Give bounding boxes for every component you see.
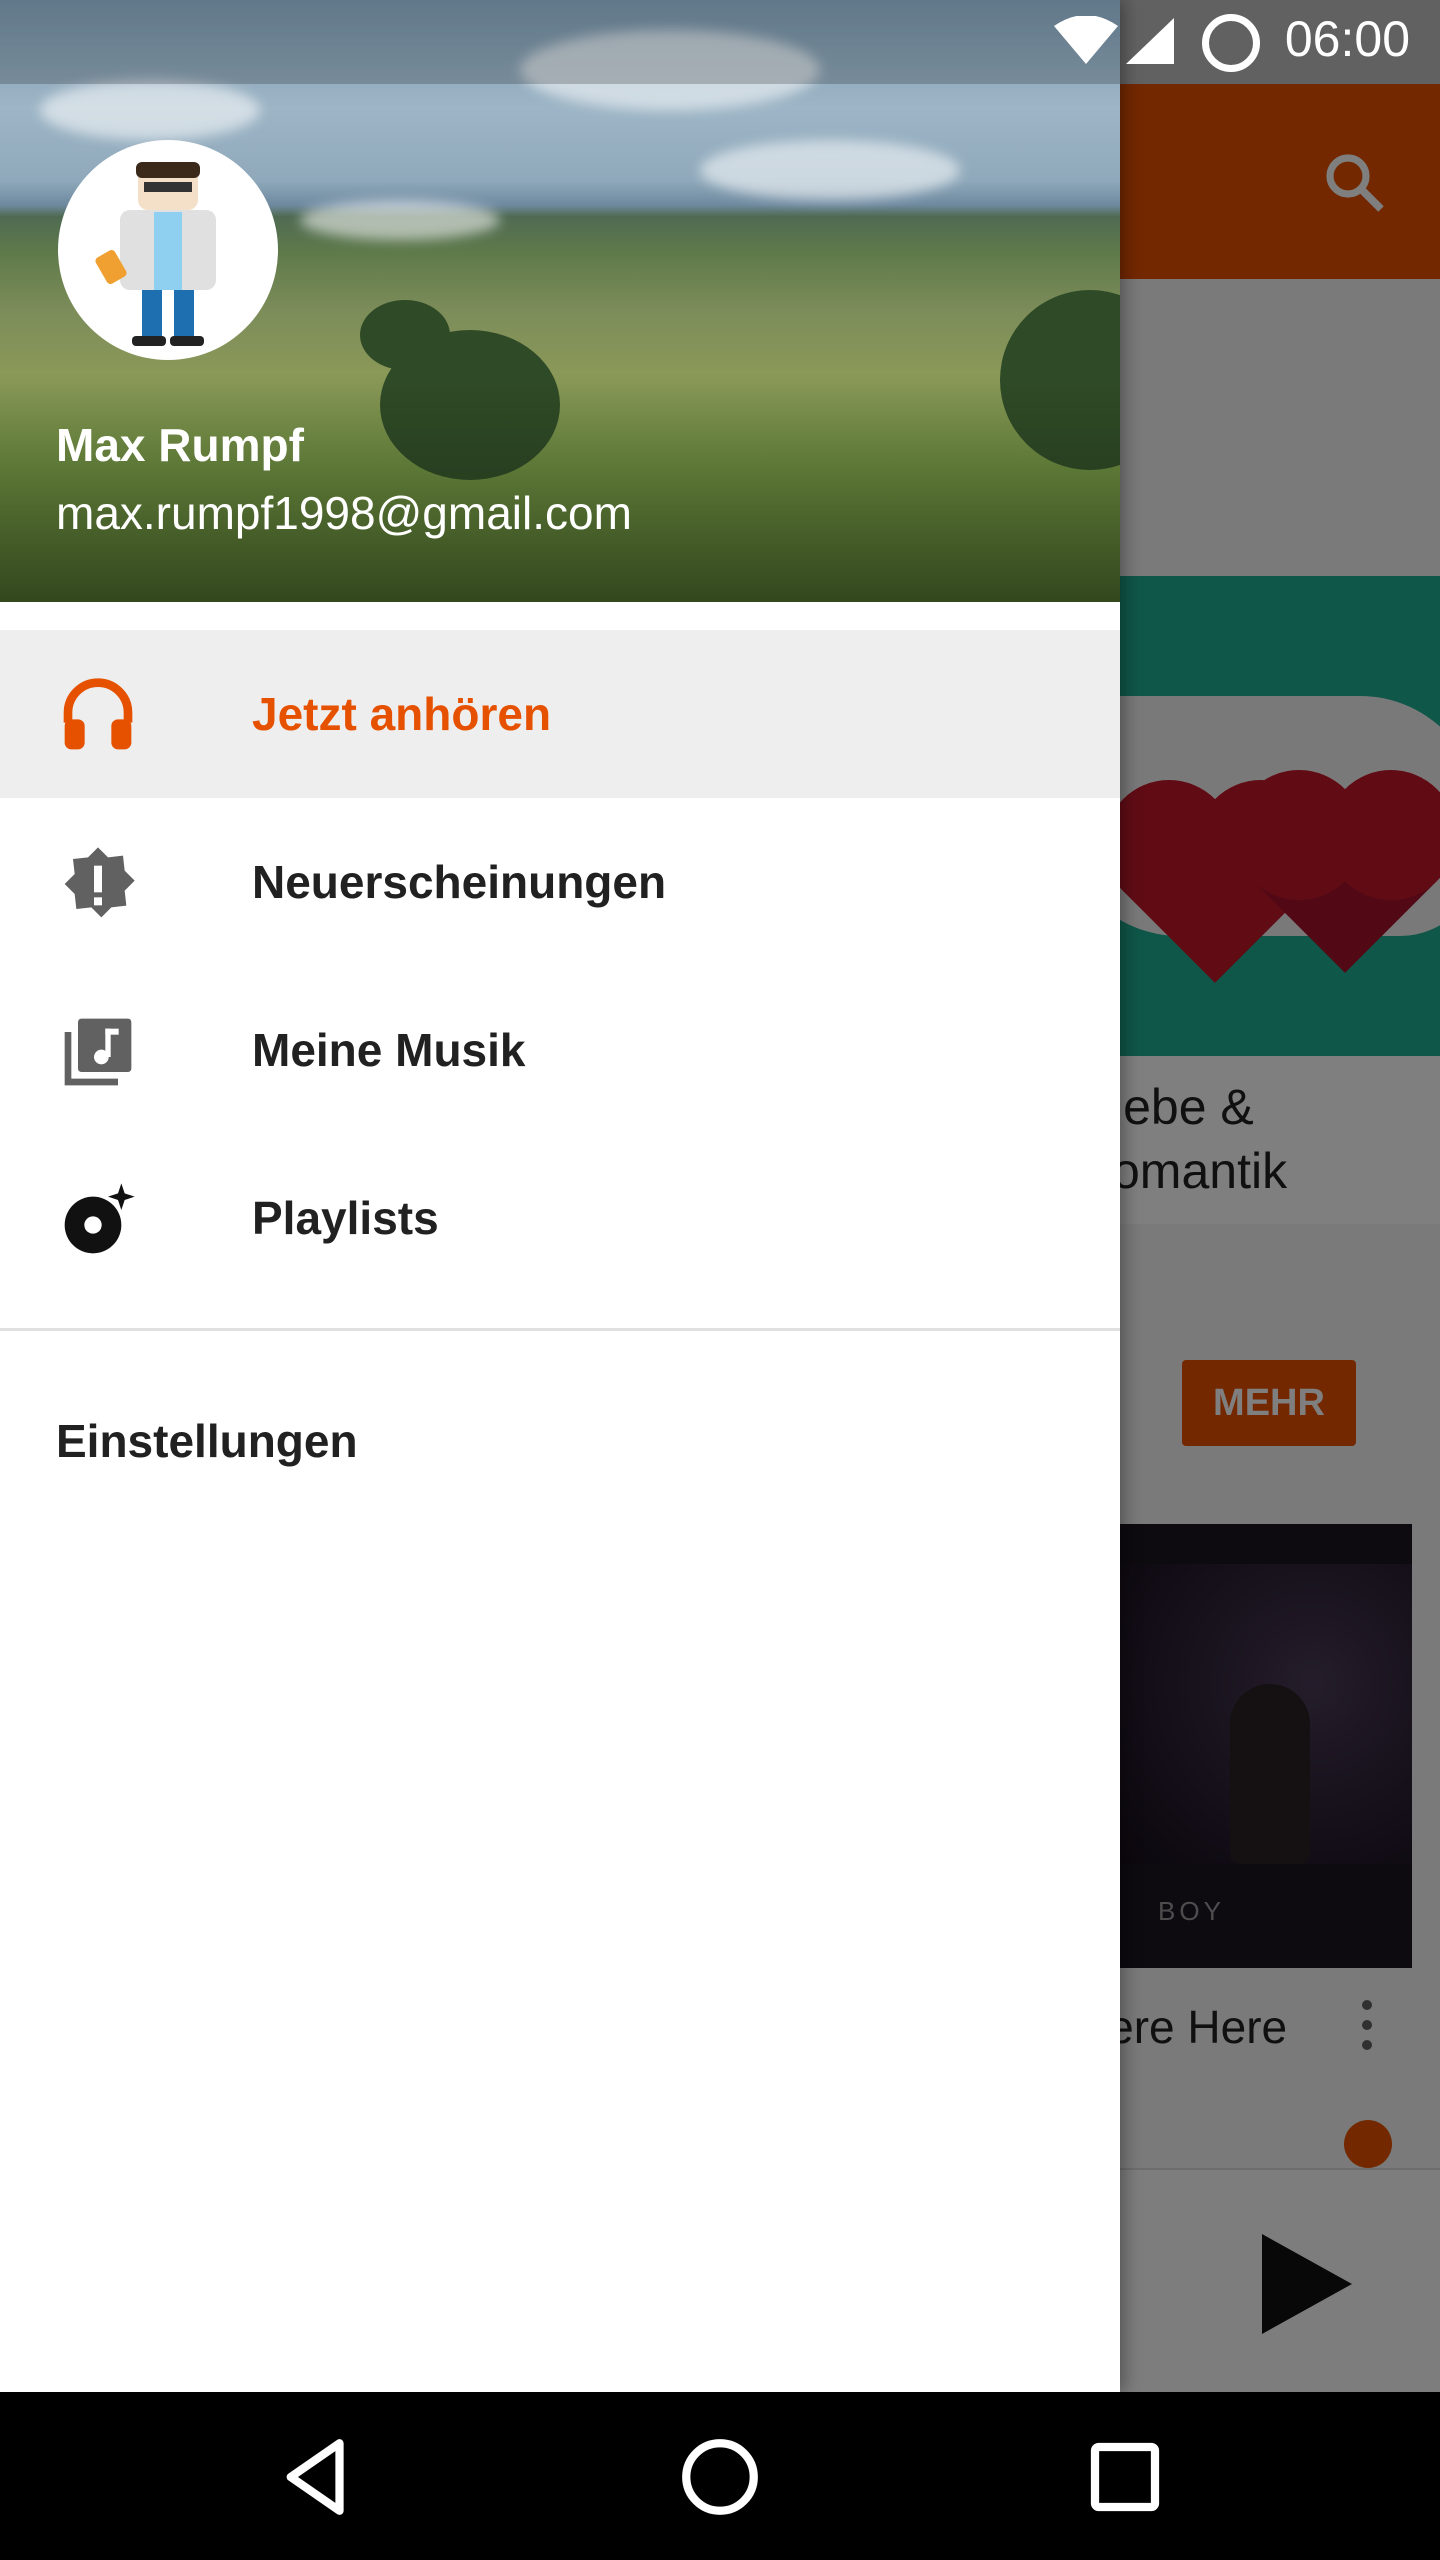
status-bar: 06:00 — [0, 0, 1440, 84]
nav-label-listen-now: Jetzt anhören — [252, 688, 552, 740]
system-nav-bar — [0, 2392, 1440, 2560]
nav-label-new-releases: Neuerscheinungen — [252, 856, 667, 908]
nav-item-listen-now[interactable]: Jetzt anhören — [0, 630, 1120, 798]
nav-item-new-releases[interactable]: Neuerscheinungen — [0, 798, 1120, 966]
back-icon[interactable] — [272, 2432, 362, 2522]
home-icon[interactable] — [675, 2432, 765, 2522]
drawer-nav: Jetzt anhören Neuerscheinungen Meine Mus… — [0, 630, 1120, 1302]
navigation-drawer: Max Rumpf max.rumpf1998@gmail.com Jetzt … — [0, 0, 1120, 2392]
nav-item-my-music[interactable]: Meine Musik — [0, 966, 1120, 1134]
signal-icon — [1126, 18, 1174, 64]
sync-icon — [1202, 14, 1260, 72]
account-email[interactable]: max.rumpf1998@gmail.com — [56, 486, 632, 540]
clock: 06:00 — [1284, 11, 1410, 67]
settings-item[interactable]: Einstellungen — [56, 1414, 358, 1468]
avatar[interactable] — [58, 140, 278, 360]
recents-icon[interactable] — [1080, 2432, 1170, 2522]
nav-label-my-music: Meine Musik — [252, 1024, 526, 1076]
new-release-icon — [64, 847, 135, 918]
drawer-header: Max Rumpf max.rumpf1998@gmail.com — [0, 0, 1120, 602]
nav-item-playlists[interactable]: Playlists — [0, 1134, 1120, 1302]
nav-label-playlists: Playlists — [252, 1192, 439, 1244]
headphones-icon — [63, 678, 133, 750]
music-library-icon — [64, 1018, 132, 1086]
playlist-disc-icon — [64, 1183, 135, 1254]
drawer-divider — [0, 1328, 1120, 1331]
account-name: Max Rumpf — [56, 419, 304, 471]
wifi-icon — [1054, 16, 1118, 64]
